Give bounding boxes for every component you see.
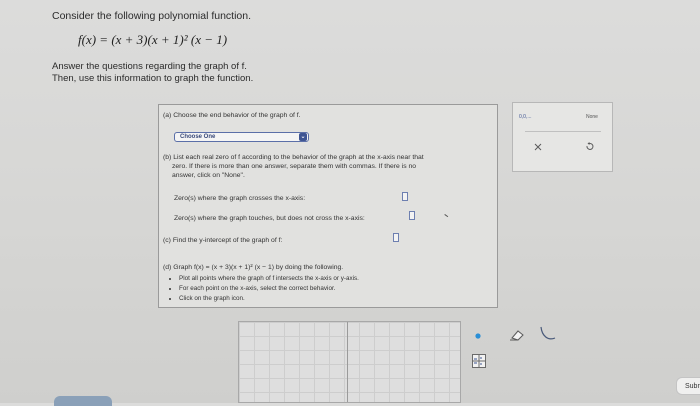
cursor-mark	[443, 214, 449, 218]
close-icon	[534, 143, 542, 151]
answer-toolbar: 0,0,... None	[512, 102, 613, 172]
toolbar-divider	[525, 131, 601, 132]
none-button[interactable]: None	[586, 114, 598, 120]
dropdown-value: Choose One	[180, 134, 216, 140]
point-icon	[475, 333, 481, 339]
part-d-bullets: Plot all points where the graph of f int…	[167, 274, 487, 304]
function-formula: f(x) = (x + 3)(x + 1)² (x − 1)	[78, 32, 228, 47]
eraser-tool[interactable]	[509, 329, 525, 341]
point-tool[interactable]	[475, 333, 481, 339]
comma-button[interactable]: 0,0,...	[519, 114, 532, 120]
graph-tool[interactable]	[472, 354, 486, 368]
problem-intro: Consider the following polynomial functi…	[52, 10, 252, 22]
bullet-item: Plot all points where the graph of f int…	[179, 274, 487, 284]
graph-canvas[interactable]	[238, 321, 461, 403]
question-panel: (a) Choose the end behavior of the graph…	[158, 104, 498, 308]
part-b-label: (b) List each real zero of f according t…	[163, 154, 424, 161]
instructions-line-2: Then, use this information to graph the …	[52, 73, 254, 84]
touches-label: Zero(s) where the graph touches, but doe…	[174, 215, 365, 222]
undo-icon	[586, 142, 594, 150]
graph-icon	[472, 354, 486, 368]
crosses-answer-input[interactable]	[402, 192, 408, 201]
part-c-label: (c) Find the y-intercept of the graph of…	[163, 237, 283, 244]
instructions: Answer the questions regarding the graph…	[52, 61, 253, 85]
curve-tool[interactable]	[540, 326, 556, 342]
y-intercept-input[interactable]	[393, 233, 399, 242]
part-b-line-2: zero. If there is more than one answer, …	[172, 163, 417, 170]
part-a-label: (a) Choose the end behavior of the graph…	[163, 112, 301, 119]
touches-answer-input[interactable]	[409, 211, 415, 220]
bottom-tab[interactable]	[54, 396, 112, 406]
clear-button[interactable]	[534, 143, 542, 151]
bullet-item: Click on the graph icon.	[179, 294, 487, 304]
instructions-line-1: Answer the questions regarding the graph…	[52, 61, 247, 72]
part-d-label: (d) Graph f(x) = (x + 3)(x + 1)² (x − 1)…	[163, 264, 344, 271]
submit-button[interactable]: Subm	[676, 377, 700, 395]
part-b-line-3: answer, click on "None".	[172, 172, 245, 179]
eraser-icon	[510, 330, 524, 341]
undo-button[interactable]	[585, 142, 594, 151]
chevron-down-icon: ⌄	[299, 133, 307, 141]
curve-icon	[540, 326, 556, 340]
part-b-text: (b) List each real zero of f according t…	[163, 153, 493, 180]
y-axis	[347, 322, 348, 402]
end-behavior-dropdown[interactable]: Choose One ⌄	[174, 132, 309, 142]
bullet-item: For each point on the x-axis, select the…	[179, 284, 487, 294]
crosses-label: Zero(s) where the graph crosses the x-ax…	[174, 195, 306, 202]
